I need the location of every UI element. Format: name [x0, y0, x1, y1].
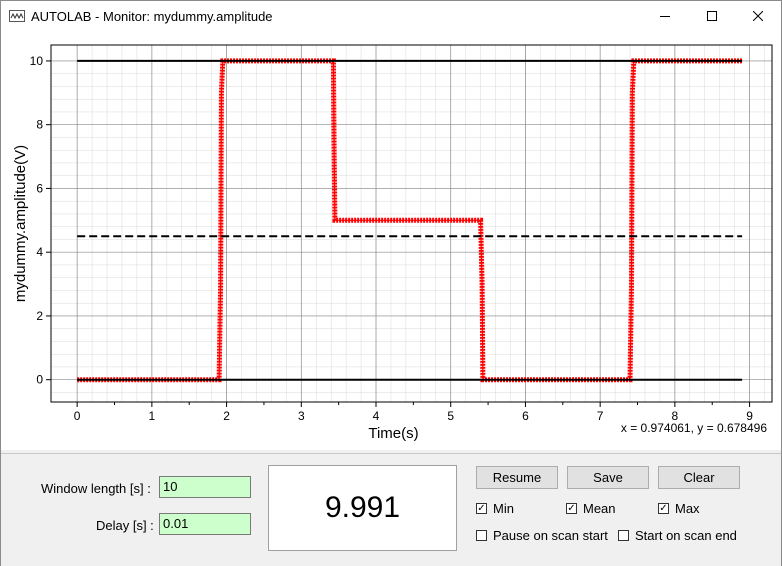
- x-tick-label: 1: [149, 409, 156, 423]
- min-checkbox[interactable]: ✓ Min: [476, 501, 514, 516]
- mean-check-box[interactable]: ✓: [566, 503, 577, 514]
- start-check-box[interactable]: [618, 530, 629, 541]
- y-axis-label: mydummy.amplitude(V): [12, 145, 29, 302]
- mean-label: Mean: [583, 501, 616, 516]
- min-label: Min: [493, 501, 514, 516]
- mean-checkbox[interactable]: ✓ Mean: [566, 501, 616, 516]
- close-icon: [752, 8, 764, 26]
- controls-panel: Window length [s] : 10 Delay [s] : 0.01 …: [1, 453, 781, 566]
- y-tick-label: 6: [36, 181, 43, 195]
- window-length-input[interactable]: 10: [159, 476, 251, 498]
- monitor-window: AUTOLAB - Monitor: mydummy.amplitude 0 1 2…: [0, 0, 782, 566]
- plot-area[interactable]: 0 1 2 3 4 5 6 7 8 9 0 2 4 6 8 10 Time(s) mydummy.amplitud…: [1, 32, 781, 450]
- y-tick-label: 0: [36, 373, 43, 387]
- window-title: AUTOLAB - Monitor: mydummy.amplitude: [31, 9, 273, 24]
- pause-check-box[interactable]: [476, 530, 487, 541]
- app-icon: [9, 10, 25, 22]
- maximize-icon: [707, 8, 717, 26]
- y-tick-label: 10: [30, 54, 44, 68]
- start-on-scan-end-checkbox[interactable]: Start on scan end: [618, 528, 737, 543]
- start-label: Start on scan end: [635, 528, 737, 543]
- minimize-icon: [660, 8, 670, 26]
- x-tick-label: 4: [373, 409, 380, 423]
- signal-series-line: [77, 60, 743, 381]
- delay-input[interactable]: 0.01: [159, 513, 251, 535]
- pause-label: Pause on scan start: [493, 528, 608, 543]
- x-tick-label: 0: [74, 409, 81, 423]
- maximize-button[interactable]: [689, 1, 735, 32]
- x-tick-label: 2: [223, 409, 230, 423]
- minimize-button[interactable]: [642, 1, 688, 32]
- y-tick-label: 4: [36, 245, 43, 259]
- window-length-label: Window length [s] :: [41, 481, 151, 496]
- title-bar[interactable]: AUTOLAB - Monitor: mydummy.amplitude: [1, 1, 781, 32]
- resume-button[interactable]: Resume: [476, 466, 558, 489]
- min-check-box[interactable]: ✓: [476, 503, 487, 514]
- max-check-box[interactable]: ✓: [658, 503, 669, 514]
- pause-on-scan-start-checkbox[interactable]: Pause on scan start: [476, 528, 608, 543]
- x-axis-label: Time(s): [368, 425, 418, 442]
- clear-button[interactable]: Clear: [658, 466, 740, 489]
- x-tick-label: 7: [597, 409, 604, 423]
- chart[interactable]: 0 1 2 3 4 5 6 7 8 90246810Time(s)mydummy.amplitud…: [1, 32, 781, 450]
- x-tick-label: 5: [447, 409, 454, 423]
- plot-frame: [50, 44, 773, 403]
- delay-label: Delay [s] :: [96, 518, 154, 533]
- max-label: Max: [675, 501, 700, 516]
- x-tick-label: 3: [298, 409, 305, 423]
- y-tick-label: 2: [36, 309, 43, 323]
- save-button[interactable]: Save: [567, 466, 649, 489]
- coordinate-readout: x = 0.974061, y = 0.678496: [620, 421, 767, 435]
- x-tick-label: 6: [522, 409, 529, 423]
- y-tick-label: 8: [36, 118, 43, 132]
- max-checkbox[interactable]: ✓ Max: [658, 501, 700, 516]
- close-button[interactable]: [735, 1, 781, 32]
- current-value-display: 9.991: [268, 465, 457, 551]
